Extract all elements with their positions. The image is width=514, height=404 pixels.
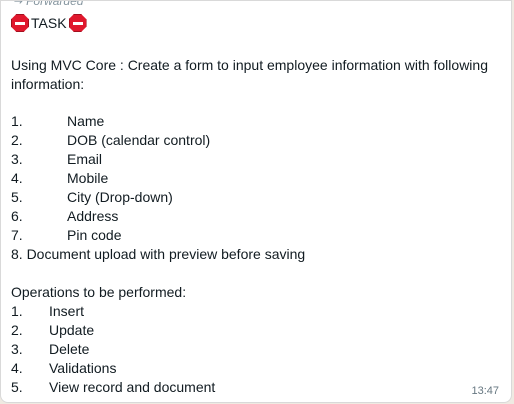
- field-item: 7. Pin code: [11, 227, 122, 243]
- field-item: 2. DOB (calendar control): [11, 132, 211, 148]
- forwarded-label: Forwarded: [26, 0, 84, 8]
- field-item: 1. Name: [11, 113, 105, 129]
- operation-item: 3. Delete: [11, 341, 90, 357]
- operation-item: 1. Insert: [11, 303, 85, 319]
- operations-heading: Operations to be performed:: [11, 284, 187, 300]
- stop-sign-icon: [68, 14, 87, 32]
- operation-item: 2. Update: [11, 322, 95, 338]
- field-item: 3. Email: [11, 151, 103, 167]
- field-item: 6. Address: [11, 208, 119, 224]
- operation-item: 4. Validations: [11, 360, 117, 376]
- intro-text-line-2: information:: [11, 76, 85, 92]
- message-title: TASK: [11, 13, 87, 33]
- field-item: 4. Mobile: [11, 170, 109, 186]
- stop-sign-icon: [11, 14, 29, 32]
- forwarded-indicator: ↪ Forwarded: [13, 0, 84, 8]
- forward-arrow-icon: ↪: [13, 0, 24, 8]
- message-bubble[interactable]: ↪ Forwarded TASK Using MVC Core : Create…: [0, 0, 512, 403]
- intro-text-line-1: Using MVC Core : Create a form to input …: [11, 57, 488, 73]
- message-timestamp: 13:47: [471, 385, 499, 397]
- field-item-document-upload: 8. Document upload with preview before s…: [11, 246, 306, 262]
- operation-item: 5. View record and document: [11, 379, 216, 395]
- field-item: 5. City (Drop-down): [11, 189, 173, 205]
- title-text: TASK: [31, 15, 67, 31]
